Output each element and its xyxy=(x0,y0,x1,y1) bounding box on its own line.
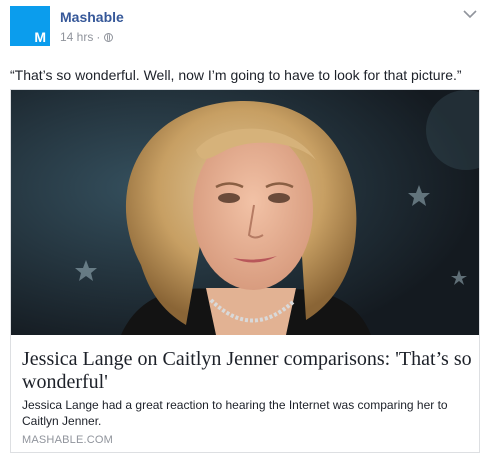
chevron-down-icon[interactable] xyxy=(462,8,478,20)
link-title[interactable]: Jessica Lange on Caitlyn Jenner comparis… xyxy=(22,348,472,394)
globe-icon[interactable] xyxy=(104,32,114,42)
page-name-link[interactable]: Mashable xyxy=(60,9,124,25)
post-meta: 14 hrs · xyxy=(60,30,114,44)
link-description: Jessica Lange had a great reaction to he… xyxy=(22,398,448,428)
portrait-photo xyxy=(11,90,479,335)
post-header: M Mashable 14 hrs · xyxy=(10,6,480,48)
post-message: “That’s so wonderful. Well, now I’m goin… xyxy=(10,67,462,83)
facebook-post: M Mashable 14 hrs · “That’s so wonderful… xyxy=(0,0,490,458)
meta-separator: · xyxy=(96,30,101,44)
timestamp-link[interactable]: 14 hrs xyxy=(60,30,93,44)
link-preview-card[interactable]: Jessica Lange on Caitlyn Jenner comparis… xyxy=(10,89,480,453)
link-domain: MASHABLE.COM xyxy=(22,434,114,446)
link-image[interactable] xyxy=(11,90,479,335)
avatar-letter: M xyxy=(34,29,46,45)
avatar[interactable]: M xyxy=(10,6,50,46)
